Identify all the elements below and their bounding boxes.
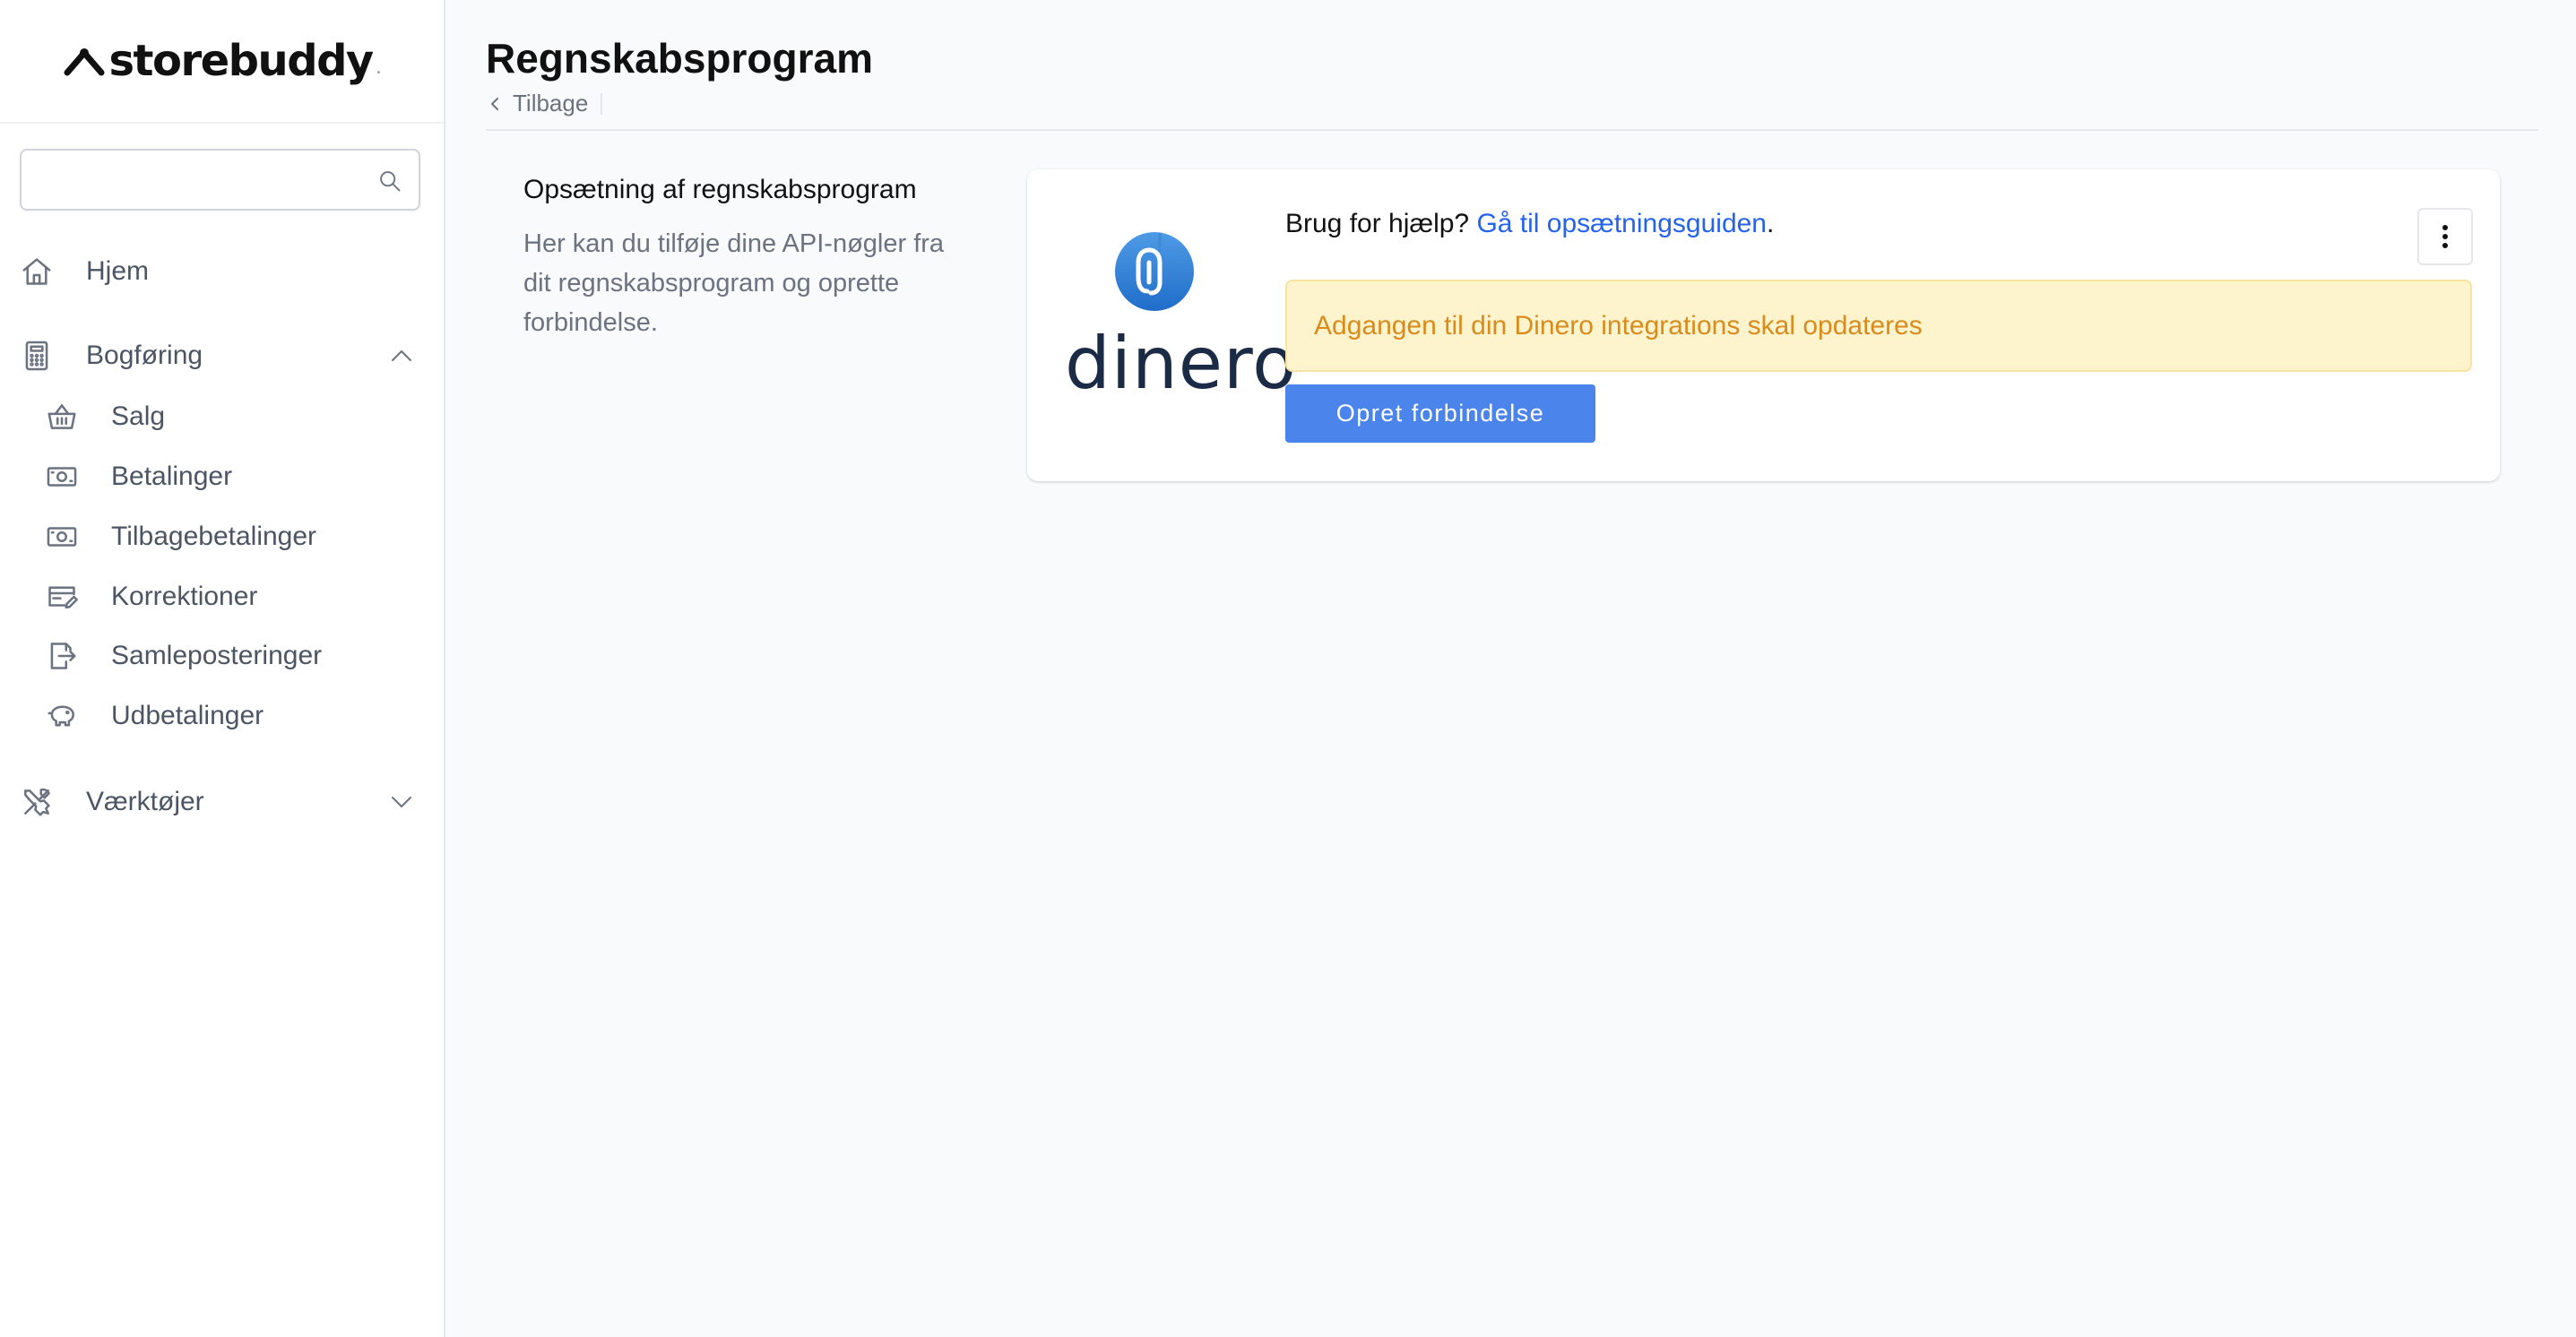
search-icon[interactable] xyxy=(377,168,402,194)
sidebar-item-label: Betalinger xyxy=(111,461,233,491)
chevron-up-icon[interactable] xyxy=(388,342,415,369)
help-text: Brug for hjælp? Gå til opsætningsguiden. xyxy=(1285,209,1774,239)
sidebar-item-tilbagebetalinger[interactable]: Tilbagebetalinger xyxy=(45,512,421,562)
back-link[interactable]: Tilbage xyxy=(513,90,588,117)
chevron-down-icon[interactable] xyxy=(388,789,415,815)
sidebar-item-label: Samleposteringer xyxy=(111,641,323,670)
sidebar-item-label: Korrektioner xyxy=(111,582,258,611)
sidebar-item-label: Udbetalinger xyxy=(111,701,264,730)
help-suffix: . xyxy=(1767,209,1775,238)
document-export-icon xyxy=(50,643,76,669)
sidebar: storebuddy . Hjem Bogføring Salg Betalin… xyxy=(0,0,445,1337)
integration-card: dinero Brug for hjælp? Gå til opsætnings… xyxy=(1027,169,2500,481)
page-header: Regnskabsprogram Tilbage xyxy=(486,32,2538,131)
setup-guide-link[interactable]: Gå til opsætningsguiden xyxy=(1476,209,1767,238)
storebuddy-logo[interactable]: storebuddy . xyxy=(64,36,381,86)
sidebar-item-label: Bogføring xyxy=(86,341,203,370)
home-icon xyxy=(22,258,51,285)
piggy-bank-icon xyxy=(48,705,74,727)
page-title: Regnskabsprogram xyxy=(486,35,874,82)
warning-alert: Adgangen til din Dinero integrations ska… xyxy=(1285,280,2472,372)
sidebar-item-korrektioner[interactable]: Korrektioner xyxy=(45,572,421,622)
sidebar-item-label: Tilbagebetalinger xyxy=(111,522,317,551)
section-description: Her kan du tilføje dine API-nøgler fra d… xyxy=(523,229,945,337)
chevron-left-icon[interactable] xyxy=(486,95,504,113)
cash-return-icon xyxy=(47,527,77,547)
cash-icon xyxy=(47,467,77,487)
alert-text: Adgangen til din Dinero integrations ska… xyxy=(1314,310,1923,341)
sidebar-item-samleposteringer[interactable]: Samleposteringer xyxy=(45,631,421,681)
create-connection-button[interactable]: Opret forbindelse xyxy=(1285,384,1595,443)
storebuddy-mark-icon xyxy=(64,48,105,76)
search-input[interactable] xyxy=(22,151,419,209)
sidebar-search[interactable] xyxy=(20,149,420,211)
sidebar-item-bogforing[interactable]: Bogføring xyxy=(20,329,420,383)
section-title: Opsætning af regnskabsprogram xyxy=(523,175,917,204)
calculator-icon xyxy=(25,341,48,371)
sidebar-item-label: Værktøjer xyxy=(86,787,204,816)
logo-dot: . xyxy=(376,63,381,77)
breadcrumb: Tilbage xyxy=(486,90,2538,117)
sidebar-item-hjem[interactable]: Hjem xyxy=(20,245,420,298)
intro-section: Opsætning af regnskabsprogram Her kan du… xyxy=(523,170,972,342)
sidebar-item-udbetalinger[interactable]: Udbetalinger xyxy=(45,691,421,741)
logo-text: storebuddy xyxy=(108,36,374,86)
dinero-brand-text: dinero xyxy=(1065,322,1298,405)
logo-area: storebuddy . xyxy=(0,0,444,124)
basket-icon xyxy=(48,404,76,429)
breadcrumb-divider xyxy=(601,92,603,115)
edit-card-icon xyxy=(48,586,78,609)
sidebar-item-salg[interactable]: Salg xyxy=(45,392,421,442)
sidebar-item-betalinger[interactable]: Betalinger xyxy=(45,452,421,502)
sidebar-item-label: Salg xyxy=(111,401,166,431)
kebab-menu-icon xyxy=(2442,225,2448,248)
sidebar-item-label: Hjem xyxy=(86,256,150,286)
more-options-button[interactable] xyxy=(2417,208,2473,265)
sidebar-item-vaerktojer[interactable]: Værktøjer xyxy=(20,775,420,829)
tools-icon xyxy=(24,788,50,816)
help-prefix: Brug for hjælp? xyxy=(1285,209,1470,238)
